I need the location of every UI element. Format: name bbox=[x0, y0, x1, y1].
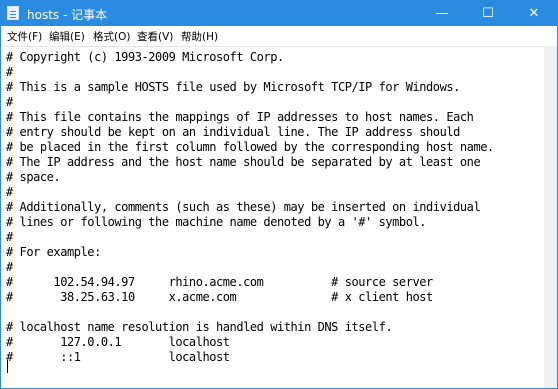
text-line: # space. bbox=[6, 170, 61, 184]
text-caret bbox=[7, 360, 8, 373]
notepad-app-icon bbox=[7, 6, 19, 20]
text-line: # entry should be kept on an individual … bbox=[6, 125, 460, 139]
text-line: # bbox=[6, 230, 13, 244]
text-line: # localhost name resolution is handled w… bbox=[6, 320, 393, 334]
title-bar[interactable]: hosts - 记事本 — ☐ ✕ bbox=[1, 1, 557, 26]
menu-file[interactable]: 文件(F) bbox=[7, 29, 42, 44]
text-line: # 127.0.0.1 localhost bbox=[6, 335, 230, 349]
vertical-scrollbar[interactable] bbox=[544, 46, 557, 388]
menu-edit[interactable]: 编辑(E) bbox=[49, 29, 85, 44]
text-line: # This file contains the mappings of IP … bbox=[6, 110, 474, 124]
maximize-button[interactable]: ☐ bbox=[465, 1, 511, 26]
window-title: hosts - 记事本 bbox=[27, 8, 108, 22]
text-line: # be placed in the first column followed… bbox=[6, 140, 494, 154]
text-editor-area[interactable]: # Copyright (c) 1993-2009 Microsoft Corp… bbox=[3, 46, 543, 387]
text-line: # Copyright (c) 1993-2009 Microsoft Corp… bbox=[6, 50, 284, 64]
menu-bar: 文件(F) 编辑(E) 格式(O) 查看(V) 帮助(H) bbox=[1, 26, 557, 46]
text-line: # The IP address and the host name shoul… bbox=[6, 155, 481, 169]
text-line: # For example: bbox=[6, 245, 101, 259]
close-button[interactable]: ✕ bbox=[511, 1, 557, 26]
notepad-window: hosts - 记事本 — ☐ ✕ 文件(F) 编辑(E) 格式(O) 查看(V… bbox=[0, 0, 558, 389]
text-line: # 102.54.94.97 rhino.acme.com # source s… bbox=[6, 275, 433, 289]
text-line: # bbox=[6, 95, 13, 109]
text-line: # bbox=[6, 185, 13, 199]
text-line: # lines or following the machine name de… bbox=[6, 215, 427, 229]
text-line: # Additionally, comments (such as these)… bbox=[6, 200, 481, 214]
menu-format[interactable]: 格式(O) bbox=[93, 29, 130, 44]
menu-view[interactable]: 查看(V) bbox=[137, 29, 173, 44]
menu-help[interactable]: 帮助(H) bbox=[181, 29, 218, 44]
text-line: # bbox=[6, 260, 13, 274]
text-line: # This is a sample HOSTS file used by Mi… bbox=[6, 80, 460, 94]
text-line: # bbox=[6, 65, 13, 79]
minimize-button[interactable]: — bbox=[419, 1, 465, 26]
text-line: # 38.25.63.10 x.acme.com # x client host bbox=[6, 290, 433, 304]
text-line: # ::1 localhost bbox=[6, 350, 230, 364]
